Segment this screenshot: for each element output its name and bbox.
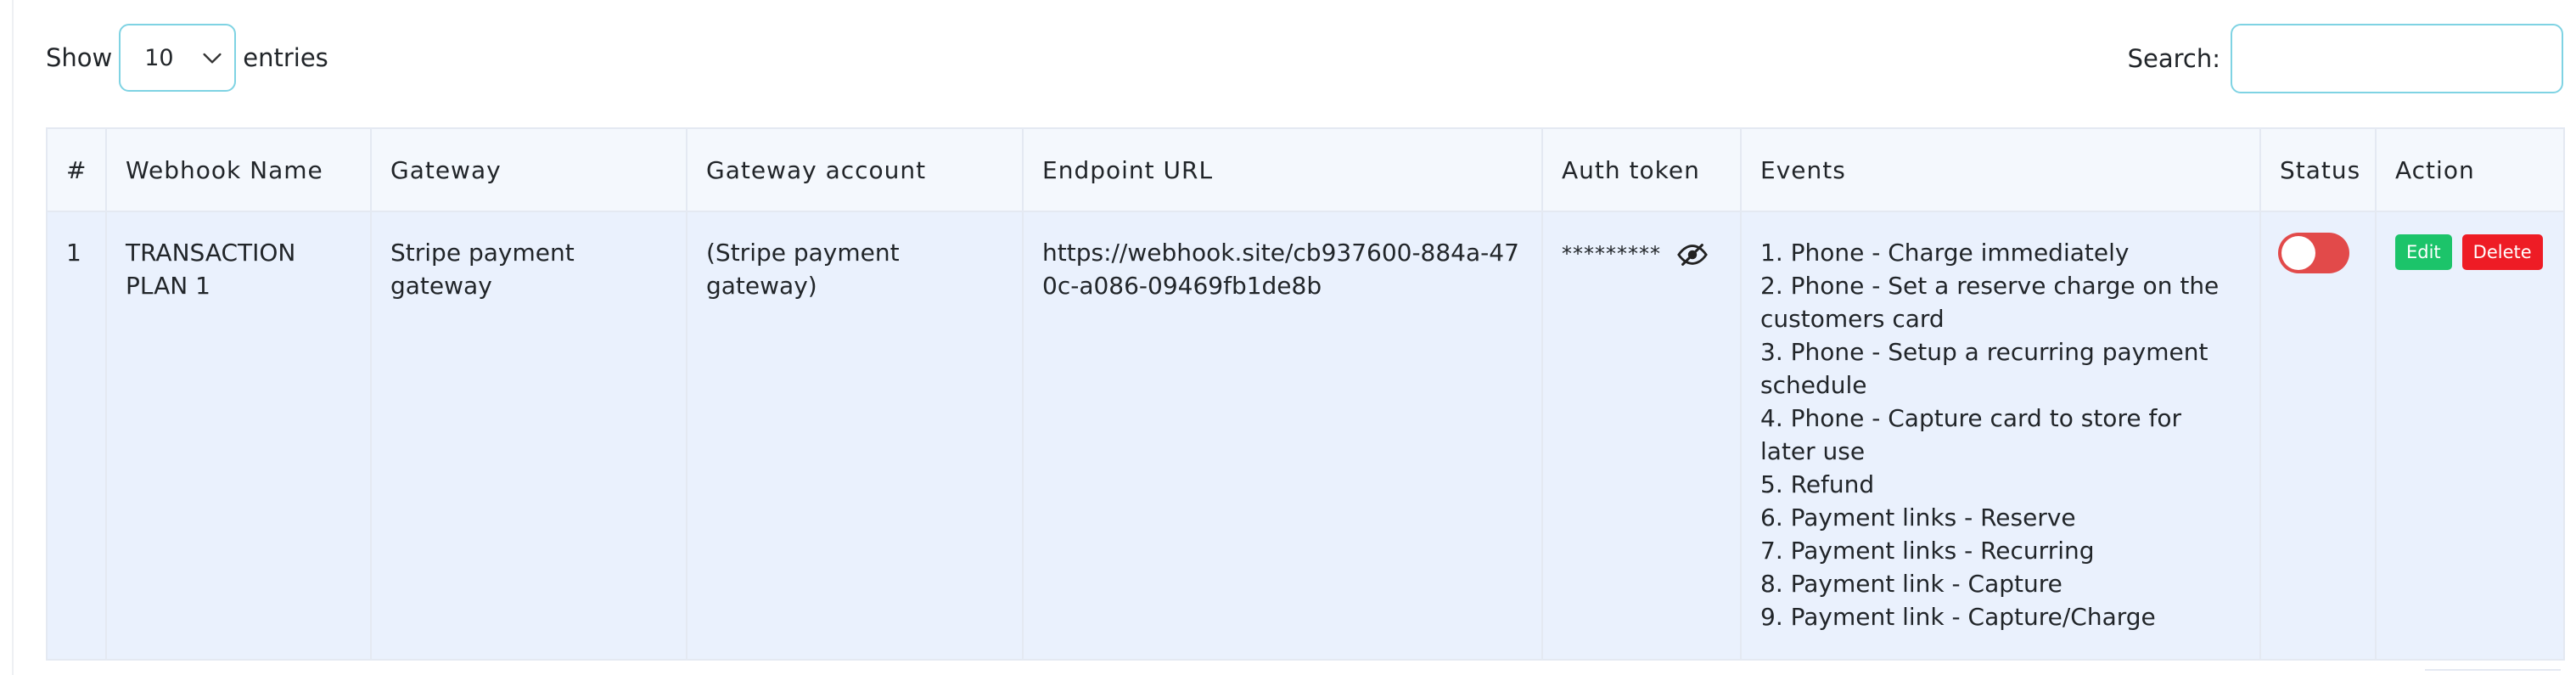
cell-endpoint-url: https://webhook.site/cb937600-884a-470c-…: [1022, 211, 1543, 661]
column-header-events[interactable]: Events: [1740, 127, 2261, 212]
column-header-endpoint-url[interactable]: Endpoint URL: [1022, 127, 1543, 212]
entries-per-page-value: 10: [144, 44, 174, 71]
events-list: 1. Phone - Charge immediately 2. Phone -…: [1760, 236, 2241, 633]
table-row: 1 TRANSACTION PLAN 1 Stripe payment gate…: [46, 211, 2565, 661]
event-item: 5. Refund: [1760, 470, 1875, 498]
column-header-status[interactable]: Status: [2259, 127, 2377, 212]
column-header-gateway[interactable]: Gateway: [370, 127, 687, 212]
column-header-webhook-name[interactable]: Webhook Name: [105, 127, 372, 212]
status-toggle-knob: [2281, 236, 2315, 270]
eye-slash-icon[interactable]: [1676, 242, 1709, 267]
webhooks-table-wrapper: Show 10 entries Search: # Webhook Name G…: [46, 0, 2565, 661]
cell-action: Edit Delete: [2375, 211, 2565, 661]
cell-events: 1. Phone - Charge immediately 2. Phone -…: [1740, 211, 2261, 661]
cell-gateway-account: (Stripe payment gateway): [686, 211, 1024, 661]
event-item: 9. Payment link - Capture/Charge: [1760, 603, 2156, 631]
event-item: 4. Phone - Capture card to store for lat…: [1760, 404, 2181, 465]
auth-token-wrapper: *********: [1562, 236, 1721, 271]
table-search-control: Search:: [2128, 24, 2563, 93]
delete-button[interactable]: Delete: [2461, 234, 2543, 270]
column-header-gateway-account[interactable]: Gateway account: [686, 127, 1024, 212]
table-header: # Webhook Name Gateway Gateway account E…: [46, 127, 2565, 212]
event-item: 6. Payment links - Reserve: [1760, 503, 2076, 532]
entries-per-page-select[interactable]: 10: [119, 24, 237, 92]
cell-number: 1: [46, 211, 107, 661]
event-item: 7. Payment links - Recurring: [1760, 537, 2095, 565]
page-left-border: [12, 0, 14, 675]
cell-auth-token: *********: [1541, 211, 1742, 661]
chevron-down-icon: [203, 53, 222, 64]
show-label: Show: [46, 43, 113, 72]
endpoint-url-text: https://webhook.site/cb937600-884a-470c-…: [1042, 239, 1519, 300]
event-item: 2. Phone - Set a reserve charge on the c…: [1760, 272, 2220, 333]
auth-token-masked: *********: [1562, 242, 1661, 266]
event-item: 8. Payment link - Capture: [1760, 570, 2062, 598]
webhooks-table: # Webhook Name Gateway Gateway account E…: [46, 127, 2565, 661]
status-toggle[interactable]: [2278, 233, 2349, 273]
event-item: 3. Phone - Setup a recurring payment sch…: [1760, 338, 2208, 399]
column-header-number[interactable]: #: [46, 127, 107, 212]
edit-button[interactable]: Edit: [2395, 234, 2452, 270]
entries-label: entries: [243, 43, 328, 72]
cell-gateway: Stripe payment gateway: [370, 211, 687, 661]
table-header-row: # Webhook Name Gateway Gateway account E…: [46, 127, 2565, 212]
column-header-auth-token[interactable]: Auth token: [1541, 127, 1742, 212]
table-body: 1 TRANSACTION PLAN 1 Stripe payment gate…: [46, 211, 2565, 661]
event-item: 1. Phone - Charge immediately: [1760, 239, 2130, 267]
entries-length-control: Show 10 entries: [46, 24, 328, 92]
cell-status: [2259, 211, 2377, 661]
search-label: Search:: [2127, 44, 2220, 73]
pagination-edge: [2425, 669, 2561, 675]
cell-webhook-name: TRANSACTION PLAN 1: [105, 211, 372, 661]
search-input[interactable]: [2231, 24, 2563, 93]
table-controls: Show 10 entries Search:: [46, 0, 2563, 127]
row-actions: Edit Delete: [2395, 234, 2545, 270]
column-header-action[interactable]: Action: [2375, 127, 2565, 212]
